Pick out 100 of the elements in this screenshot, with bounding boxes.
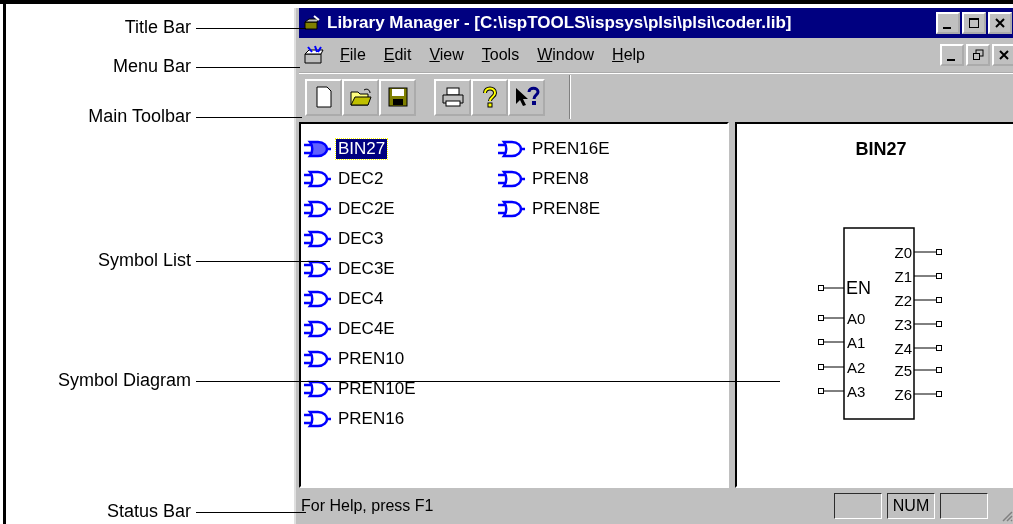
close-button[interactable] xyxy=(988,12,1012,34)
status-text: For Help, press F1 xyxy=(301,497,434,515)
symbol-name: DEC2E xyxy=(337,199,396,219)
menu-item[interactable]: File xyxy=(331,46,375,64)
symbol-item[interactable]: PREN16E xyxy=(497,134,691,164)
menu-item[interactable]: Window xyxy=(528,46,604,64)
symbol-name: DEC3 xyxy=(337,229,385,249)
menu-item[interactable]: Help xyxy=(603,46,654,64)
close-button[interactable] xyxy=(992,44,1013,66)
save-button[interactable] xyxy=(379,78,416,116)
pin-label: Z2 xyxy=(894,292,912,309)
status-indicator: NUM xyxy=(887,493,935,519)
folder-icon xyxy=(349,87,372,107)
gate-icon xyxy=(497,140,527,158)
symbol-item[interactable]: PREN10E xyxy=(303,374,497,404)
open-folder-button[interactable] xyxy=(342,78,379,116)
pin-label: Z6 xyxy=(894,386,912,403)
pin-label: A2 xyxy=(847,359,866,376)
symbol-item[interactable]: PREN16 xyxy=(303,404,497,434)
help-button[interactable] xyxy=(471,78,508,116)
callout-label: Menu Bar xyxy=(112,56,191,77)
symbol-item[interactable]: DEC3 xyxy=(303,224,497,254)
resize-grip-icon[interactable] xyxy=(1001,510,1013,522)
page-icon xyxy=(313,86,334,108)
pin-line xyxy=(913,367,942,373)
symbol-item[interactable]: PREN8E xyxy=(497,194,691,224)
symbol-item[interactable]: DEC2E xyxy=(303,194,497,224)
minimize-button[interactable] xyxy=(936,12,960,34)
pointer-question-icon xyxy=(513,86,540,108)
pin-line xyxy=(818,315,845,321)
context-help-button[interactable] xyxy=(508,78,545,116)
pin-line xyxy=(818,339,845,345)
pin-label: Z3 xyxy=(894,316,912,333)
maximize-button[interactable] xyxy=(962,12,986,34)
gate-icon xyxy=(303,260,333,278)
gate-icon xyxy=(303,290,333,308)
pin-label: Z5 xyxy=(894,362,912,379)
print-button[interactable] xyxy=(434,78,471,116)
folder-icon[interactable] xyxy=(303,45,325,65)
pin-label: A1 xyxy=(847,334,866,351)
status-panel xyxy=(834,493,882,519)
symbol-name: PREN16 xyxy=(337,409,406,429)
close-icon xyxy=(994,17,1006,29)
gate-icon xyxy=(303,140,333,158)
pin-line xyxy=(913,273,942,279)
pin-line xyxy=(913,345,942,351)
symbol-item[interactable]: PREN8 xyxy=(497,164,691,194)
app-icon xyxy=(303,15,321,31)
gate-icon xyxy=(303,200,333,218)
gate-icon xyxy=(303,350,333,368)
maximize-icon xyxy=(968,17,980,29)
pin-line xyxy=(818,364,845,370)
symbol-item[interactable]: DEC4E xyxy=(303,314,497,344)
minimize-button[interactable] xyxy=(940,44,964,66)
menu-item[interactable]: Edit xyxy=(374,46,421,64)
callout-label: Symbol List xyxy=(97,250,191,271)
gate-icon xyxy=(497,170,527,188)
symbol-name: DEC4 xyxy=(337,289,385,309)
callout-label: Status Bar xyxy=(106,501,191,522)
symbol-title: BIN27 xyxy=(855,139,907,159)
pin-line xyxy=(913,321,942,327)
symbol-item[interactable]: DEC4 xyxy=(303,284,497,314)
pin-label: EN xyxy=(846,278,871,298)
question-mark-icon xyxy=(481,86,498,108)
new-file-button[interactable] xyxy=(305,78,342,116)
pin-line xyxy=(913,249,942,255)
symbol-name: PREN8 xyxy=(531,169,590,189)
symbol-name: BIN27 xyxy=(336,139,388,159)
pin-label: Z4 xyxy=(894,340,912,357)
restore-icon xyxy=(972,49,984,61)
symbol-item[interactable]: BIN27 xyxy=(303,134,497,164)
callout-label: Title Bar xyxy=(124,17,191,38)
window-title: Library Manager - [C:\ispTOOLS\ispsys\plsi\plsi\coder.lib] xyxy=(327,13,792,33)
symbol-name: PREN16E xyxy=(531,139,611,159)
pin-line xyxy=(818,388,845,394)
pin-label: Z0 xyxy=(894,244,912,261)
minimize-icon xyxy=(943,26,951,29)
symbol-name: PREN10 xyxy=(337,349,406,369)
gate-icon xyxy=(303,170,333,188)
printer-icon xyxy=(441,87,464,107)
pin-label: Z1 xyxy=(894,268,912,285)
pin-label: A3 xyxy=(847,383,866,400)
gate-icon xyxy=(303,410,333,428)
symbol-item[interactable]: DEC3E xyxy=(303,254,497,284)
symbol-name: PREN8E xyxy=(531,199,602,219)
symbol-name: DEC2 xyxy=(337,169,385,189)
symbol-name: PREN10E xyxy=(337,379,417,399)
minimize-icon xyxy=(947,58,955,61)
gate-icon xyxy=(303,230,333,248)
menu-item[interactable]: View xyxy=(420,46,473,64)
symbol-item[interactable]: PREN10 xyxy=(303,344,497,374)
gate-icon xyxy=(497,200,527,218)
pin-line xyxy=(913,297,942,303)
symbol-item[interactable]: DEC2 xyxy=(303,164,497,194)
callout-label: Main Toolbar xyxy=(88,106,191,127)
status-panel xyxy=(940,493,988,519)
restore-button[interactable] xyxy=(966,44,990,66)
pin-line xyxy=(913,391,942,397)
gate-icon xyxy=(303,380,333,398)
menu-item[interactable]: Tools xyxy=(472,46,529,64)
